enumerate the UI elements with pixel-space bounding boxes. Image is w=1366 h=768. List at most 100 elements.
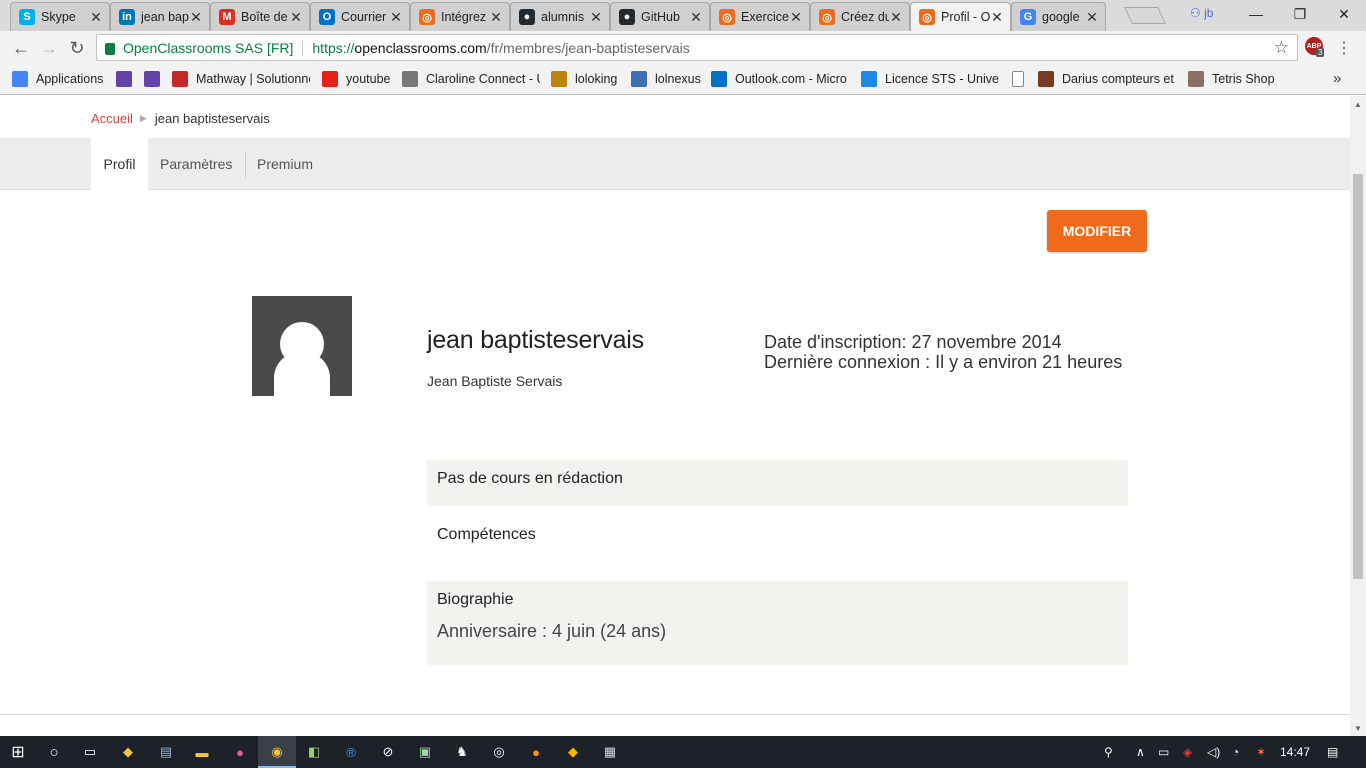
cortana-search-icon[interactable]: ○ xyxy=(45,743,63,761)
tab-profil[interactable]: Profil xyxy=(91,138,148,190)
app-icon[interactable]: ▦ xyxy=(601,743,619,761)
bookmarks-overflow-icon[interactable]: » xyxy=(1333,70,1341,87)
close-window-button[interactable]: ✕ xyxy=(1322,0,1366,28)
browser-tab[interactable]: ◎ Profil - OpenClassrooms✕ xyxy=(910,2,1011,31)
app-icon[interactable]: ● xyxy=(231,743,249,761)
profile-chip[interactable]: ⚇ jb xyxy=(1190,6,1213,20)
browser-menu-icon[interactable]: ⋮ xyxy=(1336,38,1352,58)
bookmark-item[interactable] xyxy=(144,71,168,87)
mathway-icon xyxy=(172,71,188,87)
app-tray-icon[interactable]: ✶ xyxy=(1256,745,1266,759)
app-icon[interactable]: ◆ xyxy=(119,743,137,761)
browser-tab[interactable]: ◎ Intégrez ✕ xyxy=(410,2,510,31)
tab-close-icon[interactable]: ✕ xyxy=(889,9,903,26)
extension-badge: 3 xyxy=(1316,48,1325,57)
bookmark-item[interactable]: loloking xyxy=(551,71,617,87)
forward-arrow-icon[interactable]: → xyxy=(37,36,61,60)
browser-tab[interactable]: M Boîte de réception✕ xyxy=(210,2,310,31)
tab-parametres[interactable]: Paramètres xyxy=(160,138,232,190)
youtube-icon xyxy=(322,71,338,87)
restore-button[interactable]: ❐ xyxy=(1278,0,1322,28)
bookmark-item[interactable]: Outlook.com - Micro xyxy=(711,71,847,87)
bookmark-item[interactable] xyxy=(1012,71,1032,87)
tab-close-icon[interactable]: ✕ xyxy=(289,9,303,26)
page-icon xyxy=(1012,71,1024,87)
scroll-up-icon[interactable]: ▲ xyxy=(1354,100,1362,109)
browser-tab[interactable]: ● alumnis ✕ xyxy=(510,2,610,31)
bookmark-item[interactable]: Darius compteurs et xyxy=(1038,71,1174,87)
app-icon[interactable]: ◧ xyxy=(305,743,323,761)
last-login: Dernière connexion : Il y a environ 21 h… xyxy=(764,352,1123,372)
tab-title: GitHub xyxy=(641,10,680,24)
tab-close-icon[interactable]: ✕ xyxy=(189,9,203,26)
bookmark-item[interactable]: Licence STS - Univers xyxy=(861,71,999,87)
app-icon[interactable]: ⊘ xyxy=(379,743,397,761)
people-icon[interactable]: ⚲ xyxy=(1104,745,1113,759)
bookmark-label: youtube xyxy=(346,72,391,86)
back-arrow-icon[interactable]: ← xyxy=(9,36,33,60)
tab-close-icon[interactable]: ✕ xyxy=(689,9,703,26)
page-scrollbar[interactable]: ▲ ▼ xyxy=(1350,96,1366,736)
avatar-body xyxy=(274,352,330,396)
browser-tab[interactable]: ◎ Créez du ✕ xyxy=(810,2,910,31)
wifi-icon[interactable]: ◔ xyxy=(1232,745,1239,759)
scroll-down-icon[interactable]: ▼ xyxy=(1354,724,1362,733)
tab-close-icon[interactable]: ✕ xyxy=(89,9,103,26)
bookmark-label: Licence STS - Univers xyxy=(885,72,999,86)
app-icon[interactable]: ● xyxy=(527,743,545,761)
task-view-icon[interactable]: ▭ xyxy=(81,743,99,761)
scrollbar-thumb[interactable] xyxy=(1353,174,1363,579)
tab-close-icon[interactable]: ✕ xyxy=(389,9,403,26)
tab-close-icon[interactable]: ✕ xyxy=(789,9,803,26)
modify-profile-button[interactable]: MODIFIER xyxy=(1047,210,1147,252)
bookmark-item[interactable] xyxy=(116,71,140,87)
app-icon[interactable]: ♞ xyxy=(453,743,471,761)
app-icon[interactable]: ◆ xyxy=(564,743,582,761)
volume-icon[interactable]: ◁) xyxy=(1207,745,1220,759)
app-icon[interactable]: ® xyxy=(342,743,360,761)
minimize-button[interactable]: — xyxy=(1234,0,1278,28)
battery-icon[interactable]: ▭ xyxy=(1158,745,1169,759)
address-bar[interactable]: OpenClassrooms SAS [FR] https://openclas… xyxy=(96,34,1298,61)
tab-close-icon[interactable]: ✕ xyxy=(1085,9,1099,26)
tab-close-icon[interactable]: ✕ xyxy=(489,9,503,26)
browser-tab[interactable]: Ggoogle ✕ xyxy=(1011,2,1106,31)
bookmark-label: Outlook.com - Micro xyxy=(735,72,847,86)
bookmark-item[interactable]: Claroline Connect - U xyxy=(402,71,540,87)
bookmark-item[interactable]: youtube xyxy=(322,71,390,87)
address-separator xyxy=(302,39,304,56)
file-explorer-icon[interactable]: ▬ xyxy=(193,743,211,761)
tray-expand-icon[interactable]: ∧ xyxy=(1136,745,1145,759)
windows-start-icon[interactable]: ⊞ xyxy=(9,743,27,761)
bookmark-label: Tetris Shop xyxy=(1212,72,1275,86)
browser-tab[interactable]: ◎ Exercice ✕ xyxy=(710,2,810,31)
url-host: openclassrooms.com xyxy=(354,39,487,56)
new-tab-button[interactable] xyxy=(1124,7,1166,24)
tab-close-icon[interactable]: ✕ xyxy=(990,9,1004,26)
tab-title: Courrier xyxy=(341,10,387,24)
browser-tab[interactable]: ● GitHub ✕ xyxy=(610,2,710,31)
breadcrumb-home-link[interactable]: Accueil xyxy=(91,111,133,126)
tab-close-icon[interactable]: ✕ xyxy=(589,9,603,26)
notifications-icon[interactable]: ▤ xyxy=(1327,745,1338,759)
breadcrumb-arrow-icon: ▶ xyxy=(139,113,147,123)
app-icon[interactable]: ◎ xyxy=(490,743,508,761)
bookmark-star-icon[interactable]: ☆ xyxy=(1274,38,1289,58)
reload-icon[interactable]: ↻ xyxy=(65,36,89,60)
taskbar-clock[interactable]: 14:47 xyxy=(1280,745,1310,759)
app-icon[interactable]: ▣ xyxy=(416,743,434,761)
browser-tab[interactable]: S Skype ✕ xyxy=(10,2,110,31)
security-icon[interactable]: ◈ xyxy=(1183,745,1192,759)
notepad-icon[interactable]: ▤ xyxy=(157,743,175,761)
bookmark-item[interactable]: lolnexus xyxy=(631,71,701,87)
browser-tab[interactable]: O Courrier ✕ xyxy=(310,2,410,31)
tab-premium[interactable]: Premium xyxy=(257,138,313,190)
site-identity[interactable]: OpenClassrooms SAS [FR] xyxy=(123,40,293,56)
footer-divider xyxy=(0,714,1350,715)
bookmark-item[interactable]: Tetris Shop xyxy=(1188,71,1275,87)
openclassrooms-icon: ◎ xyxy=(919,9,935,25)
chrome-icon[interactable]: ◉ xyxy=(268,743,286,761)
browser-tab[interactable]: in jean baptiste✕ xyxy=(110,2,210,31)
bookmark-item[interactable]: Mathway | Solutionne xyxy=(172,71,310,87)
bookmark-item[interactable]: Applications xyxy=(12,71,103,87)
